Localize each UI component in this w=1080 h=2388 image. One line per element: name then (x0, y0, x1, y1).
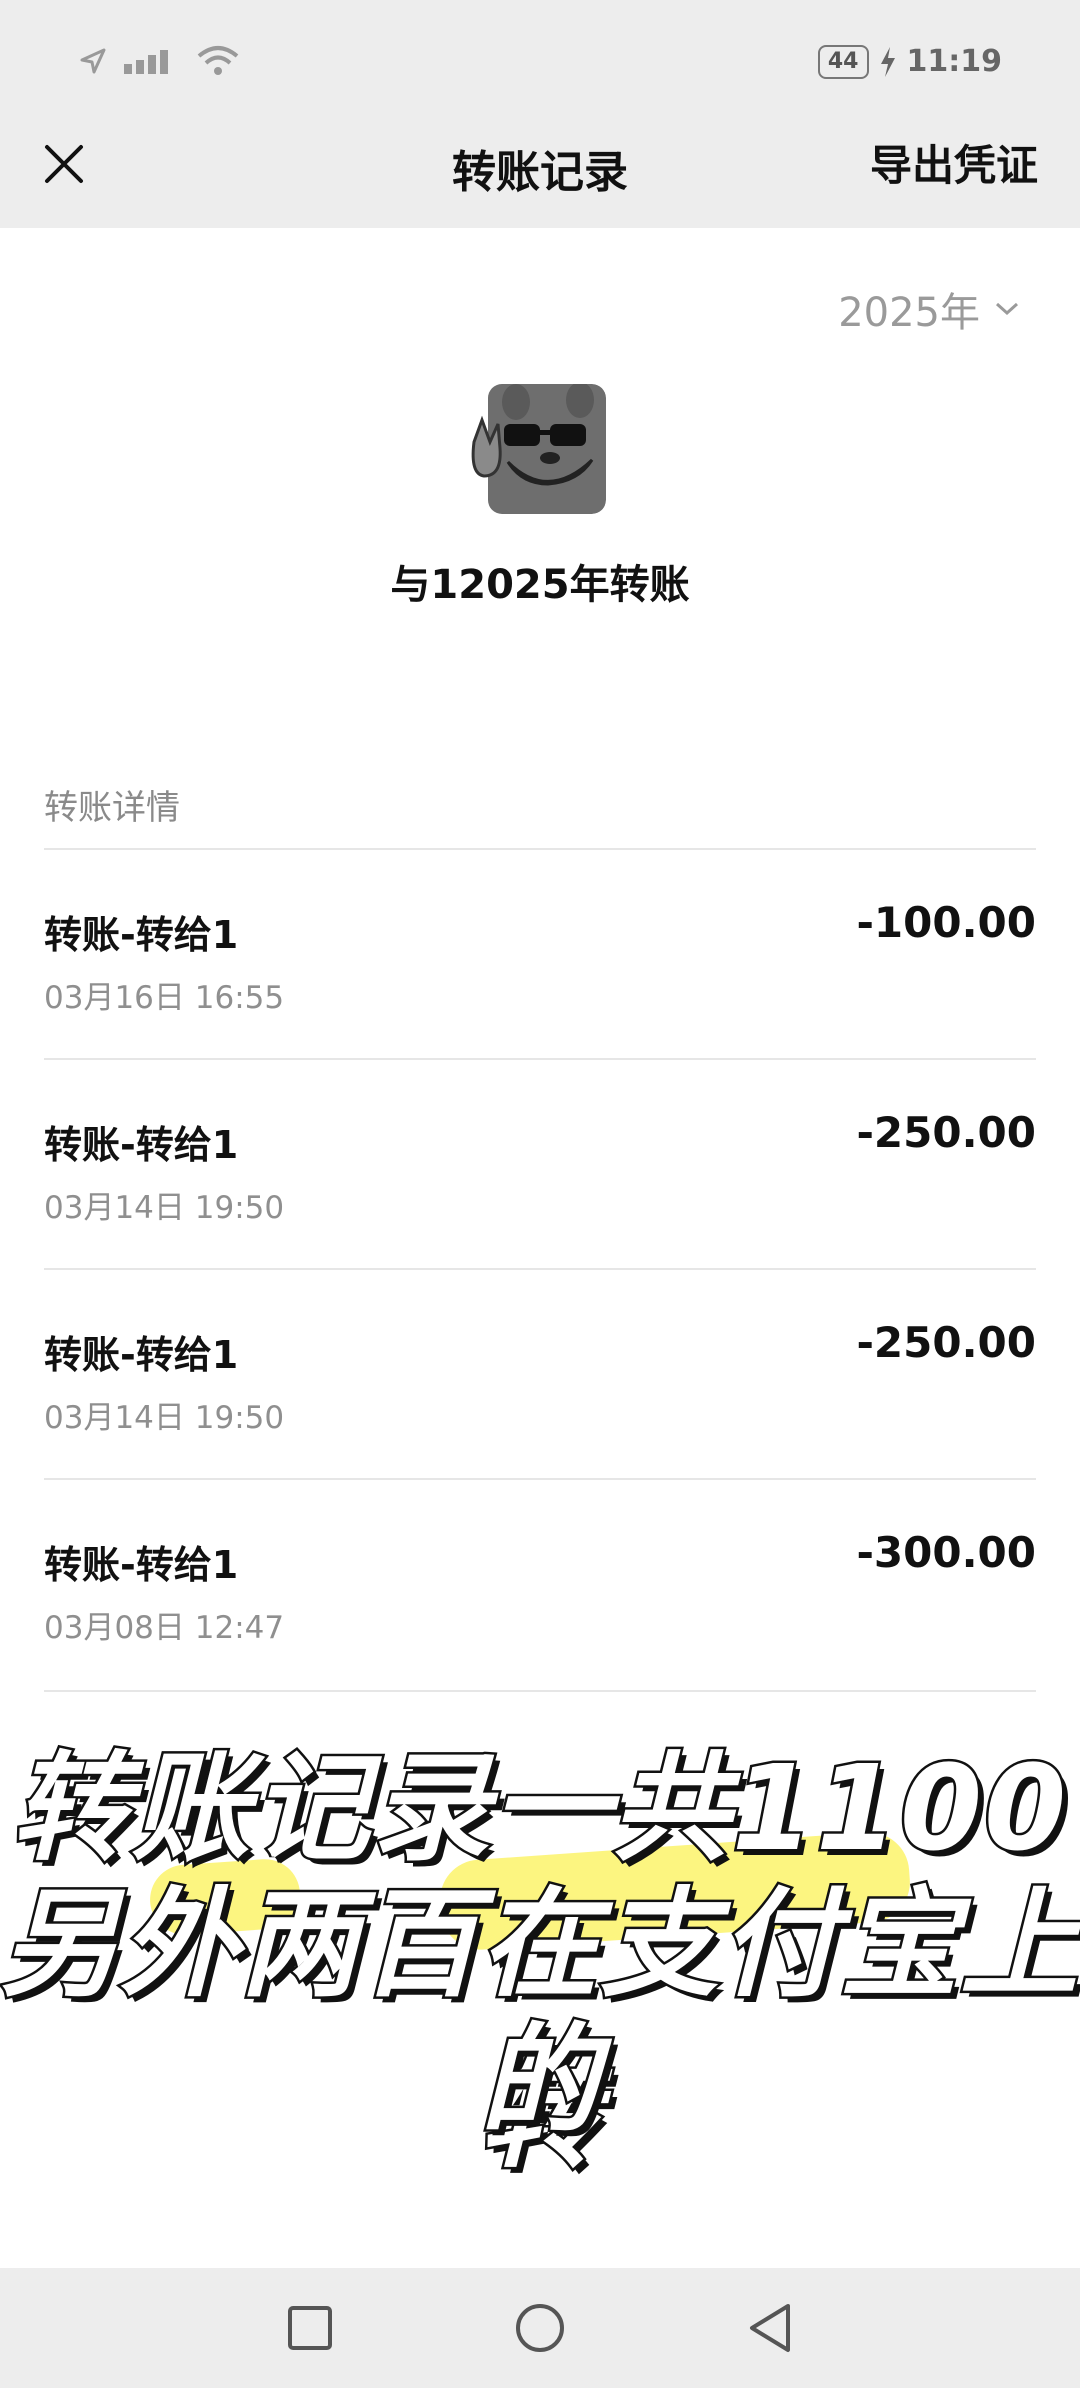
cartoon-avatar-icon (468, 384, 606, 514)
year-value: 2025年 (838, 290, 980, 336)
transfer-records-screen: 44 11:19 转账记录 导出凭证 2025年 与12025年转账 转账详情 … (0, 0, 1080, 2388)
back-button[interactable] (735, 2293, 805, 2363)
recents-button[interactable] (275, 2293, 345, 2363)
year-selector[interactable]: 2025年 (838, 280, 1020, 338)
status-icons-right: 44 11:19 (817, 44, 1003, 79)
transaction-amount: -250.00 (856, 1108, 1036, 1157)
battery-indicator: 44 (817, 44, 869, 79)
transaction-row[interactable]: 转账-转给1 03月14日 19:50 -250.00 (44, 1270, 1036, 1480)
circle-icon (516, 2304, 564, 2352)
system-nav-bar (0, 2268, 1080, 2388)
signal-icon (124, 50, 168, 74)
transaction-time: 03月14日 19:50 (44, 1400, 285, 1436)
home-button[interactable] (505, 2293, 575, 2363)
transaction-amount: -250.00 (856, 1318, 1036, 1367)
triangle-back-icon (750, 2304, 790, 2352)
section-label: 转账详情 (44, 788, 180, 828)
chevron-down-icon (995, 302, 1019, 316)
charging-icon (880, 46, 895, 77)
export-voucher-button[interactable]: 导出凭证 (870, 132, 1038, 193)
transaction-time: 03月16日 16:55 (44, 980, 285, 1016)
transaction-row[interactable]: 转账-转给1 03月16日 16:55 -100.00 (44, 850, 1036, 1060)
transaction-title: 转账-转给1 (44, 1333, 239, 1377)
avatar (468, 384, 606, 514)
transaction-time: 03月08日 12:47 (44, 1610, 285, 1646)
header-bar: 转账记录 导出凭证 (0, 100, 1080, 228)
transaction-time: 03月14日 19:50 (44, 1190, 285, 1226)
square-icon (288, 2306, 332, 2350)
contact-transfer-title: 与12025年转账 (390, 562, 690, 608)
status-icons-left (78, 44, 240, 78)
location-icon (80, 48, 106, 74)
caption-line-3: 的 (477, 2009, 600, 2152)
transaction-amount: -300.00 (856, 1528, 1036, 1577)
transaction-title: 转账-转给1 (44, 1123, 239, 1167)
transaction-row[interactable]: 转账-转给1 03月14日 19:50 -250.00 (44, 1060, 1036, 1270)
transaction-amount: -100.00 (856, 898, 1036, 947)
transaction-title: 转账-转给1 (44, 913, 239, 957)
divider (44, 1690, 1036, 1692)
transaction-row[interactable]: 转账-转给1 03月08日 12:47 -300.00 (44, 1480, 1036, 1690)
clock: 11:19 (906, 44, 1003, 79)
transaction-title: 转账-转给1 (44, 1543, 239, 1587)
wifi-icon (197, 46, 239, 75)
